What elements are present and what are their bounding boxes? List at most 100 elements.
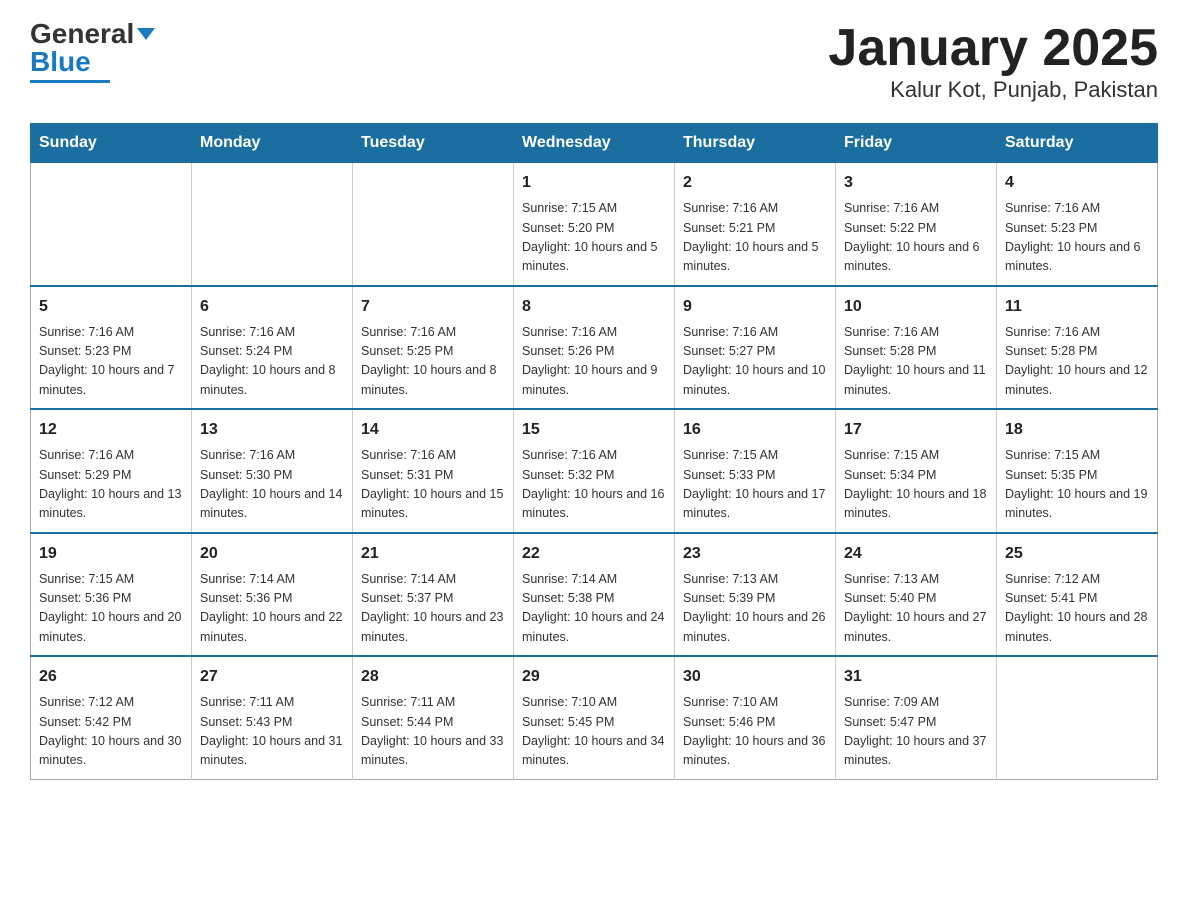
day-number: 23: [683, 542, 827, 566]
page-header: GeneralBlue January 2025 Kalur Kot, Punj…: [30, 20, 1158, 103]
day-info: Sunrise: 7:16 AMSunset: 5:21 PMDaylight:…: [683, 199, 827, 277]
day-info: Sunrise: 7:16 AMSunset: 5:28 PMDaylight:…: [844, 323, 988, 401]
header-day-wednesday: Wednesday: [514, 124, 675, 163]
day-info: Sunrise: 7:15 AMSunset: 5:33 PMDaylight:…: [683, 446, 827, 524]
day-number: 1: [522, 171, 666, 195]
header-day-monday: Monday: [192, 124, 353, 163]
day-number: 26: [39, 665, 183, 689]
day-number: 7: [361, 295, 505, 319]
header-day-saturday: Saturday: [997, 124, 1158, 163]
day-number: 19: [39, 542, 183, 566]
day-number: 30: [683, 665, 827, 689]
day-number: 5: [39, 295, 183, 319]
calendar-cell: 9 Sunrise: 7:16 AMSunset: 5:27 PMDaylight…: [675, 286, 836, 410]
day-info: Sunrise: 7:14 AMSunset: 5:37 PMDaylight:…: [361, 570, 505, 648]
calendar-cell: 16 Sunrise: 7:15 AMSunset: 5:33 PMDayligh…: [675, 409, 836, 533]
calendar-body: 1Sunrise: 7:15 AMSunset: 5:20 PMDaylight…: [31, 163, 1158, 780]
calendar-cell: 2 Sunrise: 7:16 AMSunset: 5:21 PMDaylight…: [675, 163, 836, 286]
page-subtitle: Kalur Kot, Punjab, Pakistan: [828, 77, 1158, 103]
calendar-cell: 23 Sunrise: 7:13 AMSunset: 5:39 PMDayligh…: [675, 533, 836, 657]
calendar-cell: [353, 163, 514, 286]
day-info: Sunrise: 7:11 AMSunset: 5:44 PMDaylight:…: [361, 693, 505, 771]
week-row-3: 12 Sunrise: 7:16 AMSunset: 5:29 PMDayligh…: [31, 409, 1158, 533]
week-row-2: 5 Sunrise: 7:16 AMSunset: 5:23 PMDaylight…: [31, 286, 1158, 410]
calendar-cell: 6Sunrise: 7:16 AMSunset: 5:24 PMDaylight…: [192, 286, 353, 410]
calendar-header: SundayMondayTuesdayWednesdayThursdayFrid…: [31, 124, 1158, 163]
day-info: Sunrise: 7:16 AMSunset: 5:31 PMDaylight:…: [361, 446, 505, 524]
day-info: Sunrise: 7:16 AMSunset: 5:29 PMDaylight:…: [39, 446, 183, 524]
day-number: 25: [1005, 542, 1149, 566]
header-day-friday: Friday: [836, 124, 997, 163]
day-number: 18: [1005, 418, 1149, 442]
calendar-cell: 19Sunrise: 7:15 AMSunset: 5:36 PMDayligh…: [31, 533, 192, 657]
calendar-cell: 27 Sunrise: 7:11 AMSunset: 5:43 PMDayligh…: [192, 656, 353, 779]
day-number: 9: [683, 295, 827, 319]
logo-underline: [30, 80, 110, 83]
calendar-cell: [31, 163, 192, 286]
logo-text: GeneralBlue: [30, 20, 155, 76]
day-info: Sunrise: 7:11 AMSunset: 5:43 PMDaylight:…: [200, 693, 344, 771]
day-number: 29: [522, 665, 666, 689]
calendar-cell: 18 Sunrise: 7:15 AMSunset: 5:35 PMDayligh…: [997, 409, 1158, 533]
day-info: Sunrise: 7:15 AMSunset: 5:34 PMDaylight:…: [844, 446, 988, 524]
day-number: 27: [200, 665, 344, 689]
day-number: 15: [522, 418, 666, 442]
calendar-cell: 5 Sunrise: 7:16 AMSunset: 5:23 PMDaylight…: [31, 286, 192, 410]
day-number: 3: [844, 171, 988, 195]
day-info: Sunrise: 7:16 AMSunset: 5:32 PMDaylight:…: [522, 446, 666, 524]
calendar-cell: 4Sunrise: 7:16 AMSunset: 5:23 PMDaylight…: [997, 163, 1158, 286]
day-number: 16: [683, 418, 827, 442]
calendar-cell: 15 Sunrise: 7:16 AMSunset: 5:32 PMDayligh…: [514, 409, 675, 533]
day-info: Sunrise: 7:14 AMSunset: 5:36 PMDaylight:…: [200, 570, 344, 648]
day-info: Sunrise: 7:16 AMSunset: 5:24 PMDaylight:…: [200, 323, 344, 401]
day-info: Sunrise: 7:16 AMSunset: 5:30 PMDaylight:…: [200, 446, 344, 524]
day-number: 14: [361, 418, 505, 442]
day-info: Sunrise: 7:14 AMSunset: 5:38 PMDaylight:…: [522, 570, 666, 648]
day-info: Sunrise: 7:16 AMSunset: 5:22 PMDaylight:…: [844, 199, 988, 277]
calendar-cell: 25 Sunrise: 7:12 AMSunset: 5:41 PMDayligh…: [997, 533, 1158, 657]
week-row-4: 19Sunrise: 7:15 AMSunset: 5:36 PMDayligh…: [31, 533, 1158, 657]
day-number: 20: [200, 542, 344, 566]
day-info: Sunrise: 7:16 AMSunset: 5:23 PMDaylight:…: [39, 323, 183, 401]
day-info: Sunrise: 7:13 AMSunset: 5:39 PMDaylight:…: [683, 570, 827, 648]
header-day-tuesday: Tuesday: [353, 124, 514, 163]
day-info: Sunrise: 7:15 AMSunset: 5:35 PMDaylight:…: [1005, 446, 1149, 524]
day-number: 12: [39, 418, 183, 442]
week-row-5: 26 Sunrise: 7:12 AMSunset: 5:42 PMDayligh…: [31, 656, 1158, 779]
day-info: Sunrise: 7:16 AMSunset: 5:25 PMDaylight:…: [361, 323, 505, 401]
calendar-cell: 20 Sunrise: 7:14 AMSunset: 5:36 PMDayligh…: [192, 533, 353, 657]
calendar-cell: [192, 163, 353, 286]
day-info: Sunrise: 7:10 AMSunset: 5:46 PMDaylight:…: [683, 693, 827, 771]
header-day-thursday: Thursday: [675, 124, 836, 163]
calendar-table: SundayMondayTuesdayWednesdayThursdayFrid…: [30, 123, 1158, 780]
calendar-cell: 10 Sunrise: 7:16 AMSunset: 5:28 PMDayligh…: [836, 286, 997, 410]
calendar-cell: 31 Sunrise: 7:09 AMSunset: 5:47 PMDayligh…: [836, 656, 997, 779]
calendar-cell: 30 Sunrise: 7:10 AMSunset: 5:46 PMDayligh…: [675, 656, 836, 779]
day-number: 31: [844, 665, 988, 689]
day-number: 10: [844, 295, 988, 319]
calendar-cell: 26 Sunrise: 7:12 AMSunset: 5:42 PMDayligh…: [31, 656, 192, 779]
logo-blue: Blue: [30, 46, 91, 77]
calendar-cell: 12 Sunrise: 7:16 AMSunset: 5:29 PMDayligh…: [31, 409, 192, 533]
calendar-cell: 11Sunrise: 7:16 AMSunset: 5:28 PMDayligh…: [997, 286, 1158, 410]
logo: GeneralBlue: [30, 20, 155, 83]
calendar-cell: [997, 656, 1158, 779]
day-number: 13: [200, 418, 344, 442]
page-title: January 2025: [828, 20, 1158, 77]
calendar-cell: 21Sunrise: 7:14 AMSunset: 5:37 PMDayligh…: [353, 533, 514, 657]
calendar-cell: 28Sunrise: 7:11 AMSunset: 5:44 PMDayligh…: [353, 656, 514, 779]
calendar-cell: 22Sunrise: 7:14 AMSunset: 5:38 PMDayligh…: [514, 533, 675, 657]
day-info: Sunrise: 7:12 AMSunset: 5:41 PMDaylight:…: [1005, 570, 1149, 648]
day-info: Sunrise: 7:12 AMSunset: 5:42 PMDaylight:…: [39, 693, 183, 771]
calendar-cell: 29 Sunrise: 7:10 AMSunset: 5:45 PMDayligh…: [514, 656, 675, 779]
day-info: Sunrise: 7:10 AMSunset: 5:45 PMDaylight:…: [522, 693, 666, 771]
day-info: Sunrise: 7:16 AMSunset: 5:27 PMDaylight:…: [683, 323, 827, 401]
calendar-cell: 3 Sunrise: 7:16 AMSunset: 5:22 PMDaylight…: [836, 163, 997, 286]
day-info: Sunrise: 7:09 AMSunset: 5:47 PMDaylight:…: [844, 693, 988, 771]
calendar-cell: 14 Sunrise: 7:16 AMSunset: 5:31 PMDayligh…: [353, 409, 514, 533]
calendar-cell: 1Sunrise: 7:15 AMSunset: 5:20 PMDaylight…: [514, 163, 675, 286]
calendar-cell: 7 Sunrise: 7:16 AMSunset: 5:25 PMDaylight…: [353, 286, 514, 410]
title-block: January 2025 Kalur Kot, Punjab, Pakistan: [828, 20, 1158, 103]
day-number: 2: [683, 171, 827, 195]
day-info: Sunrise: 7:16 AMSunset: 5:23 PMDaylight:…: [1005, 199, 1149, 277]
